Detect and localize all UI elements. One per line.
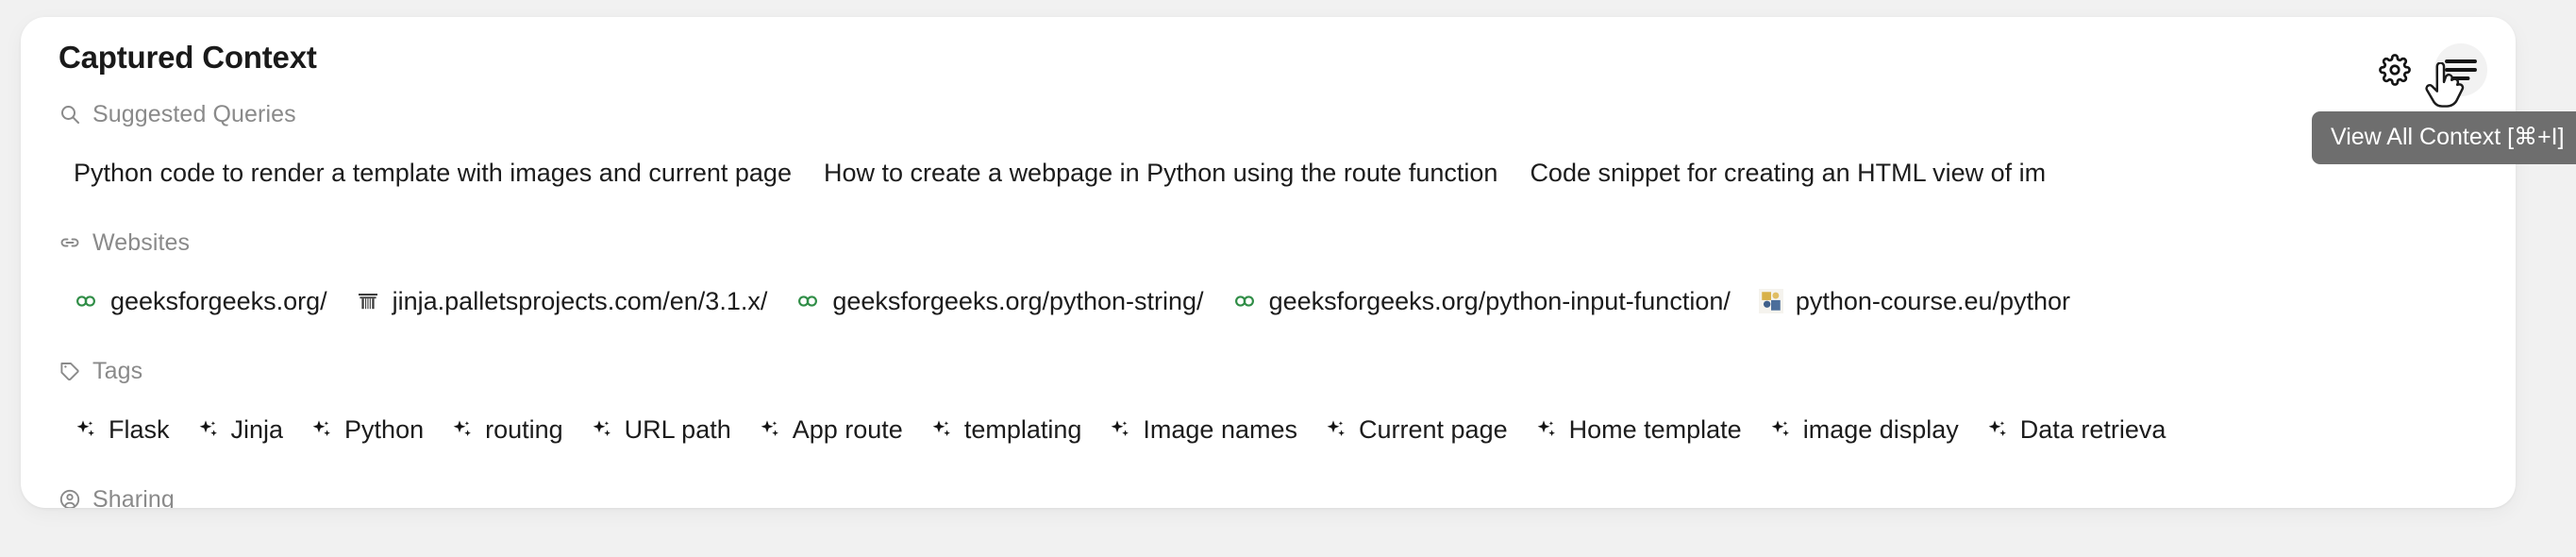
sparkles-icon [758, 417, 782, 442]
tag-label: Current page [1359, 417, 1508, 443]
query-chip[interactable]: Code snippet for creating an HTML view o… [1530, 160, 2046, 186]
websites-list: geeksforgeeks.org/ [59, 272, 2516, 330]
sparkles-icon [196, 417, 221, 442]
tag-label: image display [1803, 417, 1959, 443]
settings-button[interactable] [2368, 43, 2421, 96]
section-websites: Websites geeksforgeeks.org/ [21, 227, 2516, 330]
website-item[interactable]: geeksforgeeks.org/python-string/ [795, 289, 1203, 314]
person-circle-icon [59, 488, 81, 508]
card-header: Captured Context [21, 17, 2516, 98]
tag-icon [59, 360, 81, 382]
tag-label: Python [344, 417, 424, 443]
tags-label: Tags [92, 360, 142, 383]
tag-label: Image names [1143, 417, 1297, 443]
geeksforgeeks-favicon [795, 289, 820, 313]
sparkles-icon [590, 417, 614, 442]
search-icon [59, 103, 81, 126]
tag-item[interactable]: Current page [1324, 417, 1508, 443]
tag-label: Flask [109, 417, 170, 443]
sparkles-icon [1534, 417, 1559, 442]
tag-item[interactable]: routing [450, 417, 563, 443]
tag-item[interactable]: Image names [1108, 417, 1297, 443]
tag-item[interactable]: templating [929, 417, 1082, 443]
sparkles-icon [1108, 417, 1132, 442]
tag-label: Home template [1569, 417, 1742, 443]
tag-item[interactable]: Flask [74, 417, 170, 443]
tags-header: Tags [59, 355, 2516, 387]
section-sharing: Sharing [21, 483, 2516, 508]
website-item[interactable]: python-course.eu/pythor [1759, 289, 2070, 314]
website-url: geeksforgeeks.org/python-string/ [832, 289, 1203, 314]
tags-list: Flask Jinja [59, 400, 2516, 459]
captured-context-card: Captured Context [21, 17, 2516, 508]
websites-header: Websites [59, 227, 2516, 259]
sparkles-icon [74, 417, 98, 442]
query-chip[interactable]: Python code to render a template with im… [74, 160, 792, 186]
tag-item[interactable]: Data retrieva [1985, 417, 2166, 443]
tag-label: Jinja [231, 417, 284, 443]
screenshot-viewport: Captured Context [0, 0, 2576, 557]
tag-label: routing [485, 417, 563, 443]
sharing-label: Sharing [92, 488, 175, 509]
suggested-queries-label: Suggested Queries [92, 103, 296, 127]
jinja-torii-favicon [356, 289, 380, 313]
website-item[interactable]: geeksforgeeks.org/python-input-function/ [1232, 289, 1731, 314]
header-actions [2368, 43, 2487, 96]
suggested-queries-list: Python code to render a template with im… [59, 143, 2516, 202]
gear-icon [2379, 54, 2411, 86]
page-title: Captured Context [59, 42, 2484, 73]
tag-item[interactable]: Home template [1534, 417, 1742, 443]
sparkles-icon [1985, 417, 2010, 442]
geeksforgeeks-favicon [74, 289, 98, 313]
sparkles-icon [1324, 417, 1348, 442]
tag-item[interactable]: URL path [590, 417, 731, 443]
sharing-header: Sharing [59, 483, 2516, 508]
section-tags: Tags Flask [21, 355, 2516, 459]
tag-item[interactable]: Python [309, 417, 424, 443]
sparkles-icon [450, 417, 475, 442]
list-lines-icon [2444, 56, 2478, 84]
tag-label: App route [793, 417, 903, 443]
website-url: python-course.eu/pythor [1796, 289, 2070, 314]
section-suggested-queries: Suggested Queries Python code to render … [21, 98, 2516, 202]
sparkles-icon [309, 417, 334, 442]
view-all-context-tooltip: View All Context [⌘+I] [2312, 111, 2576, 164]
tag-item[interactable]: image display [1768, 417, 1959, 443]
website-url: jinja.palletsprojects.com/en/3.1.x/ [393, 289, 768, 314]
website-url: geeksforgeeks.org/ [110, 289, 327, 314]
sparkles-icon [1768, 417, 1793, 442]
suggested-queries-header: Suggested Queries [59, 98, 2516, 130]
tag-item[interactable]: App route [758, 417, 903, 443]
tag-label: templating [964, 417, 1082, 443]
tag-label: Data retrieva [2020, 417, 2166, 443]
website-url: geeksforgeeks.org/python-input-function/ [1269, 289, 1731, 314]
query-chip[interactable]: How to create a webpage in Python using … [824, 160, 1497, 186]
link-icon [59, 231, 81, 254]
websites-label: Websites [92, 231, 190, 255]
geeksforgeeks-favicon [1232, 289, 1257, 313]
view-all-context-button[interactable] [2434, 43, 2487, 96]
tag-label: URL path [625, 417, 731, 443]
tag-item[interactable]: Jinja [196, 417, 284, 443]
website-item[interactable]: geeksforgeeks.org/ [74, 289, 327, 314]
python-course-favicon [1759, 289, 1783, 313]
website-item[interactable]: jinja.palletsprojects.com/en/3.1.x/ [356, 289, 768, 314]
sparkles-icon [929, 417, 954, 442]
